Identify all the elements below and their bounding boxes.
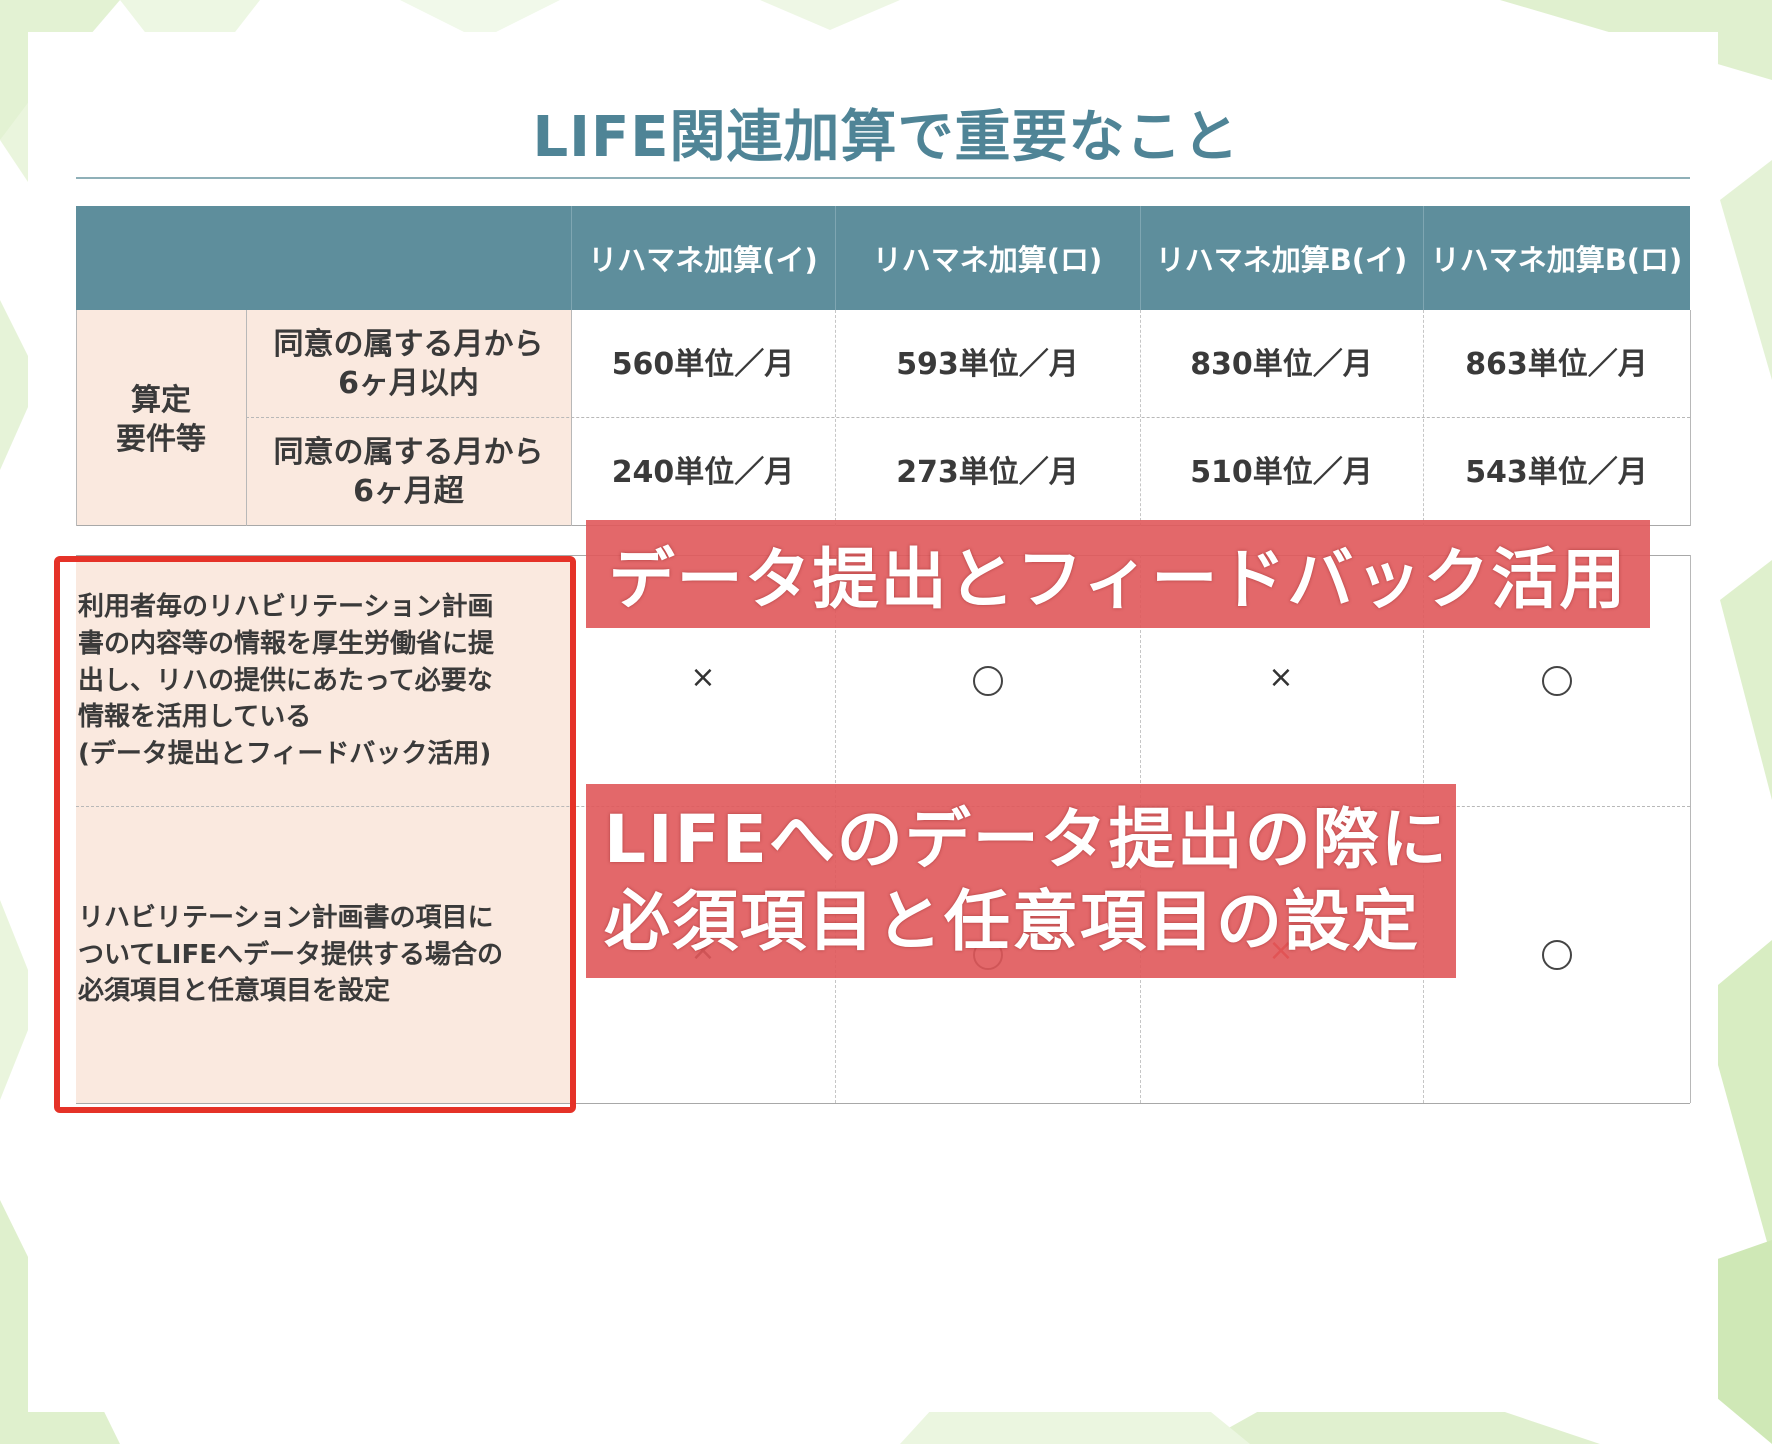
column-divider bbox=[1140, 310, 1141, 526]
table-cell: 510単位／月 bbox=[1190, 454, 1373, 490]
column-divider bbox=[1690, 555, 1691, 1103]
column-header: リハマネ加算(イ) bbox=[588, 243, 818, 277]
column-divider bbox=[246, 310, 247, 526]
table-cell: 560単位／月 bbox=[611, 346, 795, 382]
circle-mark bbox=[973, 666, 1003, 696]
table-cell: 240単位／月 bbox=[611, 454, 795, 490]
table-cell: 863単位／月 bbox=[1465, 346, 1648, 382]
circle-mark bbox=[1542, 666, 1572, 696]
column-header: リハマネ加算(ロ) bbox=[872, 243, 1103, 277]
table-cell: 593単位／月 bbox=[896, 346, 1079, 382]
row-label: 同意の属する月から 6ヶ月超 bbox=[273, 435, 544, 509]
column-divider bbox=[835, 310, 836, 526]
cross-mark: × bbox=[1268, 660, 1294, 695]
title-divider bbox=[76, 177, 1690, 179]
highlight-box bbox=[54, 556, 576, 1113]
page-title: LIFE関連加算で重要なこと bbox=[532, 105, 1240, 170]
column-divider bbox=[1690, 310, 1691, 526]
cross-mark: × bbox=[690, 660, 716, 695]
table-cell: 273単位／月 bbox=[896, 454, 1079, 490]
column-header: リハマネ加算B(イ) bbox=[1155, 243, 1408, 277]
table-cell: 830単位／月 bbox=[1190, 346, 1373, 382]
caption-overlay: LIFEへのデータ提出の際に 必須項目と任意項目の設定 bbox=[586, 784, 1456, 978]
row-label: 同意の属する月から 6ヶ月以内 bbox=[273, 327, 544, 401]
caption-overlay: データ提出とフィードバック活用 bbox=[586, 520, 1650, 628]
row-divider bbox=[246, 417, 1690, 418]
column-header: リハマネ加算B(ロ) bbox=[1430, 243, 1683, 277]
group-label: 算定 要件等 bbox=[116, 383, 206, 457]
table-cell: 543単位／月 bbox=[1465, 454, 1648, 490]
column-divider bbox=[76, 310, 77, 526]
column-divider bbox=[1423, 310, 1424, 526]
circle-mark bbox=[1542, 940, 1572, 970]
column-divider bbox=[571, 310, 572, 526]
